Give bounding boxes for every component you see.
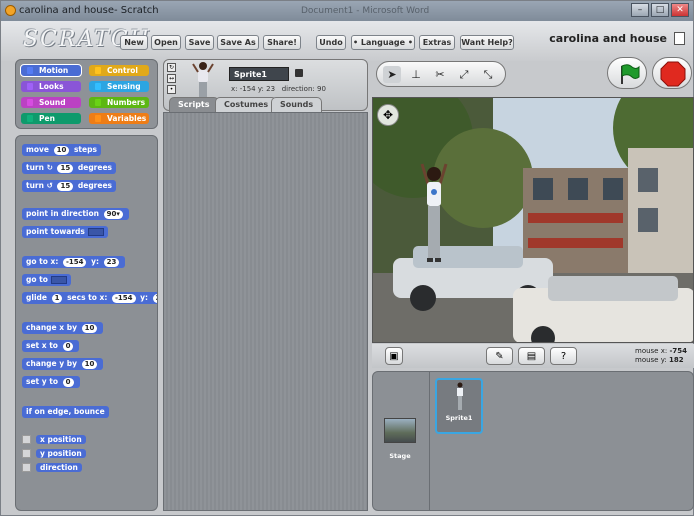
window-controls: – □ ✕ [631, 3, 689, 17]
rotate-icon[interactable]: ↻ [167, 63, 176, 72]
maximize-button[interactable]: □ [651, 3, 669, 17]
block-glide[interactable]: glide 1 secs to x: -154 y: 23 [22, 292, 157, 304]
choose-sprite-icon[interactable]: ▤ [518, 347, 545, 365]
paint-new-sprite-icon[interactable]: ✎ [486, 347, 513, 365]
shrink-tool-icon[interactable]: ⤡ [479, 66, 497, 83]
sprite1-thumbnail [457, 382, 463, 410]
presentation-toggle-button[interactable]: ▣ [385, 347, 403, 365]
sprite-coords: x: -154 y: 23 direction: 90 [231, 85, 326, 93]
category-looks[interactable]: Looks [21, 81, 81, 92]
window-title: carolina and house- Scratch [19, 5, 159, 16]
undo-button[interactable]: Undo [316, 35, 346, 50]
background-window-title: Document1 - Microsoft Word [301, 6, 430, 16]
x-position-checkbox[interactable] [22, 435, 31, 444]
menu-bar: SCRATCH New Open Save Save As Share! Und… [1, 21, 693, 61]
stop-button[interactable] [652, 57, 692, 89]
block-go-to[interactable]: go to [22, 274, 71, 286]
title-bar: carolina and house- Scratch Document1 - … [1, 1, 693, 21]
no-rotate-icon[interactable]: • [167, 85, 176, 94]
scissors-tool-icon[interactable]: ✂ [431, 66, 449, 83]
tab-sounds[interactable]: Sounds [271, 97, 323, 112]
share-button[interactable]: Share! [263, 35, 301, 50]
close-button[interactable]: ✕ [671, 3, 689, 17]
arrow-tool-icon[interactable]: ➤ [383, 66, 401, 83]
sprite-name-field[interactable]: Sprite1 [229, 67, 289, 81]
tool-bar: ➤ ⊥ ✂ ⤢ ⤡ [376, 61, 506, 87]
go-to-dropdown[interactable] [50, 276, 67, 284]
open-button[interactable]: Open [151, 35, 181, 50]
block-move[interactable]: move 10 steps [22, 144, 101, 156]
new-button[interactable]: New [120, 35, 148, 50]
direction-checkbox[interactable] [22, 463, 31, 472]
green-flag-button[interactable] [607, 57, 647, 89]
category-sensing[interactable]: Sensing [89, 81, 149, 92]
block-set-y[interactable]: set y to 0 [22, 376, 80, 388]
project-title: carolina and house [549, 32, 667, 45]
save-button[interactable]: Save [185, 35, 214, 50]
stage-label: Stage [389, 452, 411, 460]
tab-costumes[interactable]: Costumes [215, 97, 278, 112]
category-pen[interactable]: Pen [21, 113, 81, 124]
sprite-thumbnail [192, 62, 214, 97]
scripts-area[interactable] [163, 112, 368, 511]
minimize-button[interactable]: – [631, 3, 649, 17]
stage-thumbnail[interactable] [384, 418, 416, 443]
category-control[interactable]: Control [89, 65, 149, 76]
block-change-y[interactable]: change y by 10 [22, 358, 104, 370]
presentation-mode-icon[interactable]: ✥ [377, 104, 399, 126]
y-position-checkbox[interactable] [22, 449, 31, 458]
tab-scripts[interactable]: Scripts [169, 97, 219, 112]
lock-icon[interactable] [295, 69, 303, 77]
project-notes-icon[interactable] [674, 32, 685, 45]
mouse-readout: mouse x: -754 mouse y: 182 [635, 347, 687, 364]
block-point-towards[interactable]: point towards [22, 226, 108, 238]
sprite1-label: Sprite1 [445, 414, 473, 422]
category-sound[interactable]: Sound [21, 97, 81, 108]
block-go-to-xy[interactable]: go to x: -154 y: 23 [22, 256, 126, 268]
block-change-x[interactable]: change x by 10 [22, 322, 104, 334]
scratch-window: carolina and house- Scratch Document1 - … [0, 0, 694, 516]
save-as-button[interactable]: Save As [217, 35, 259, 50]
sprite-tile-sprite1[interactable] [435, 378, 483, 434]
block-bounce[interactable]: if on edge, bounce [22, 406, 109, 418]
point-towards-dropdown[interactable] [87, 228, 104, 236]
reporter-x-position[interactable]: x position [22, 434, 86, 445]
rotation-style-buttons: ↻ ↔ • [167, 63, 176, 95]
category-numbers[interactable]: Numbers [89, 97, 149, 108]
stage[interactable]: ✥ [372, 97, 694, 343]
scratch-app-icon [5, 5, 16, 16]
help-button[interactable]: Want Help? [460, 35, 514, 50]
language-button[interactable]: • Language • [351, 35, 415, 50]
block-point-in-direction[interactable]: point in direction 90▾ [22, 208, 129, 220]
surprise-sprite-icon[interactable]: ? [550, 347, 577, 365]
block-turn-left[interactable]: turn ↺ 15 degrees [22, 180, 117, 192]
reporter-direction[interactable]: direction [22, 462, 82, 473]
green-flag-icon [621, 64, 640, 84]
reporter-y-position[interactable]: y position [22, 448, 86, 459]
stamp-tool-icon[interactable]: ⊥ [407, 66, 425, 83]
category-motion[interactable]: Motion [20, 64, 82, 77]
block-palette: move 10 steps turn ↻ 15 degrees turn ↺ 1… [15, 135, 158, 511]
category-variables[interactable]: Variables [89, 113, 149, 124]
extras-button[interactable]: Extras [419, 35, 455, 50]
block-turn-right[interactable]: turn ↻ 15 degrees [22, 162, 117, 174]
grow-tool-icon[interactable]: ⤢ [455, 66, 473, 83]
block-set-x[interactable]: set x to 0 [22, 340, 80, 352]
stop-sign-icon [660, 61, 686, 87]
sprite1-on-stage[interactable] [420, 160, 448, 268]
flip-icon[interactable]: ↔ [167, 74, 176, 83]
